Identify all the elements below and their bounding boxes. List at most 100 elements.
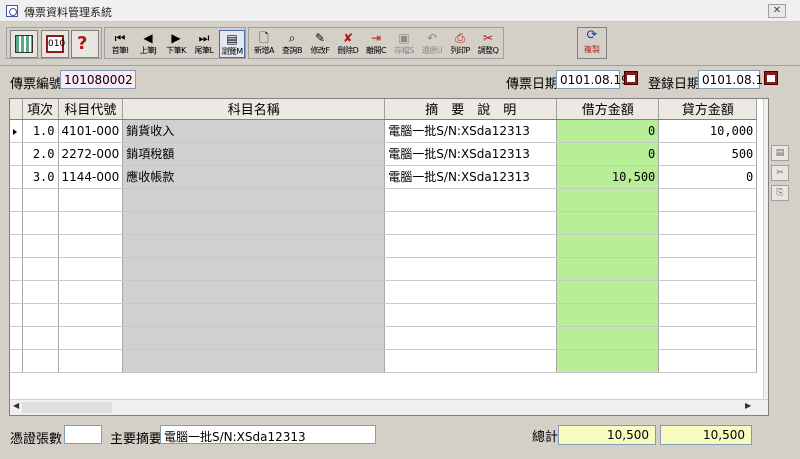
horizontal-scroll-thumb[interactable] <box>22 402 112 413</box>
cell-code[interactable] <box>58 257 124 281</box>
cell-credit[interactable]: 0 <box>658 165 758 189</box>
entry-date-field[interactable]: 0101.08.19 <box>698 70 771 89</box>
grid-vertical-scrollbar[interactable]: ▲ ▼ <box>763 99 769 399</box>
cell-code[interactable] <box>58 188 124 212</box>
grid-horizontal-scrollbar[interactable]: ◀ ▶ <box>10 399 768 415</box>
main-memo-field[interactable]: 電腦一批S/N:XSda12313 <box>160 425 376 444</box>
cell-name[interactable] <box>122 349 386 373</box>
cell-seq[interactable] <box>22 234 59 258</box>
first-button[interactable]: ⏮ 首筆I <box>107 30 133 58</box>
cell-debit[interactable]: 10,500 <box>556 165 660 189</box>
cell-seq[interactable] <box>22 211 59 235</box>
table-row[interactable] <box>10 234 758 258</box>
voucher-count-field[interactable] <box>64 425 102 444</box>
adjust-button[interactable]: ✂ 調整Q <box>475 30 501 58</box>
cell-credit[interactable]: 10,000 <box>658 119 758 143</box>
cell-code[interactable] <box>58 349 124 373</box>
cell-code[interactable] <box>58 303 124 327</box>
table-row[interactable]: 1.0 4101-000 銷貨收入 電腦一批S/N:XSda12313 0 10,000 <box>10 119 758 143</box>
cell-name[interactable]: 銷貨收入 <box>122 119 386 143</box>
cell-code[interactable]: 1144-000 <box>58 165 124 189</box>
row-indicator[interactable] <box>10 142 23 166</box>
exit-button[interactable]: ⇥ 離開C <box>363 30 389 58</box>
browse-button[interactable]: ▤ 瀏覽M <box>219 30 245 58</box>
next-button[interactable]: ▶ 下筆K <box>163 30 189 58</box>
row-indicator[interactable] <box>10 188 23 212</box>
cell-memo[interactable] <box>384 303 558 327</box>
search-button[interactable]: ⌕ 查詢B <box>279 30 305 58</box>
scroll-right-arrow-icon[interactable]: ▶ <box>745 401 751 410</box>
cell-credit[interactable] <box>658 234 758 258</box>
scroll-left-arrow-icon[interactable]: ◀ <box>13 401 19 410</box>
column-header-name[interactable]: 科目名稱 <box>122 99 386 120</box>
cell-code[interactable] <box>58 280 124 304</box>
scroll-up-arrow-icon[interactable]: ▲ <box>768 102 769 111</box>
table-row[interactable] <box>10 280 758 304</box>
cell-debit[interactable]: 0 <box>556 119 660 143</box>
cell-memo[interactable]: 電腦一批S/N:XSda12313 <box>384 119 558 143</box>
row-indicator[interactable] <box>10 211 23 235</box>
cell-debit[interactable] <box>556 188 660 212</box>
cell-seq[interactable] <box>22 257 59 281</box>
cell-credit[interactable] <box>658 211 758 235</box>
print-button[interactable]: ⎙ 列印P <box>447 30 473 58</box>
cell-name[interactable] <box>122 303 386 327</box>
cell-credit[interactable] <box>658 188 758 212</box>
cell-debit[interactable] <box>556 349 660 373</box>
cell-name[interactable]: 應收帳款 <box>122 165 386 189</box>
column-header-credit[interactable]: 貸方金額 <box>658 99 758 120</box>
prev-button[interactable]: ◀ 上筆J <box>135 30 161 58</box>
copy-button[interactable]: ⟳ 複製 <box>577 27 607 59</box>
row-indicator[interactable] <box>10 280 23 304</box>
cell-debit[interactable] <box>556 234 660 258</box>
cell-code[interactable] <box>58 326 124 350</box>
cell-name[interactable] <box>122 280 386 304</box>
cell-seq[interactable]: 2.0 <box>22 142 59 166</box>
cell-memo[interactable] <box>384 234 558 258</box>
cell-seq[interactable] <box>22 280 59 304</box>
cell-code[interactable] <box>58 211 124 235</box>
cell-seq[interactable] <box>22 303 59 327</box>
row-indicator[interactable] <box>10 165 23 189</box>
voucher-date-calendar-icon[interactable] <box>624 71 638 85</box>
cell-credit[interactable] <box>658 280 758 304</box>
cell-seq[interactable] <box>22 326 59 350</box>
delete-button[interactable]: ✘ 刪除D <box>335 30 361 58</box>
column-header-debit[interactable]: 借方金額 <box>556 99 660 120</box>
cell-debit[interactable] <box>556 211 660 235</box>
cell-memo[interactable] <box>384 326 558 350</box>
cell-code[interactable]: 4101-000 <box>58 119 124 143</box>
column-header-code[interactable]: 科目代號 <box>58 99 124 120</box>
table-row[interactable] <box>10 188 758 212</box>
cell-credit[interactable] <box>658 349 758 373</box>
cell-code[interactable] <box>58 234 124 258</box>
row-indicator[interactable] <box>10 303 23 327</box>
cell-credit[interactable] <box>658 326 758 350</box>
cell-debit[interactable] <box>556 257 660 281</box>
entry-date-calendar-icon[interactable] <box>764 71 778 85</box>
column-header-seq[interactable]: 項次 <box>22 99 59 120</box>
table-row[interactable]: 2.0 2272-000 銷項稅額 電腦一批S/N:XSda12313 0 500 <box>10 142 758 166</box>
row-indicator[interactable] <box>10 349 23 373</box>
close-button[interactable]: ✕ <box>768 4 786 18</box>
new-button[interactable]: 🗋 新增A <box>251 30 277 58</box>
undo-button[interactable]: ↶ 還原U <box>419 30 445 58</box>
cell-memo[interactable] <box>384 211 558 235</box>
cell-name[interactable] <box>122 257 386 281</box>
table-row[interactable] <box>10 326 758 350</box>
column-header-memo[interactable]: 摘 要 說 明 <box>384 99 558 120</box>
keyboard-button[interactable]: ▤ <box>771 145 789 161</box>
cell-credit[interactable]: 500 <box>658 142 758 166</box>
cut-button[interactable]: ✂ <box>771 165 789 181</box>
cell-name[interactable] <box>122 234 386 258</box>
row-indicator[interactable] <box>10 257 23 281</box>
table-row[interactable] <box>10 349 758 373</box>
cell-credit[interactable] <box>658 303 758 327</box>
table-row[interactable] <box>10 303 758 327</box>
scroll-down-arrow-icon[interactable]: ▼ <box>768 387 769 396</box>
cell-debit[interactable] <box>556 280 660 304</box>
cell-name[interactable] <box>122 188 386 212</box>
calendar-button[interactable]: 010 <box>41 30 69 58</box>
cell-memo[interactable] <box>384 257 558 281</box>
voucher-date-field[interactable]: 0101.08.19 <box>556 70 629 89</box>
